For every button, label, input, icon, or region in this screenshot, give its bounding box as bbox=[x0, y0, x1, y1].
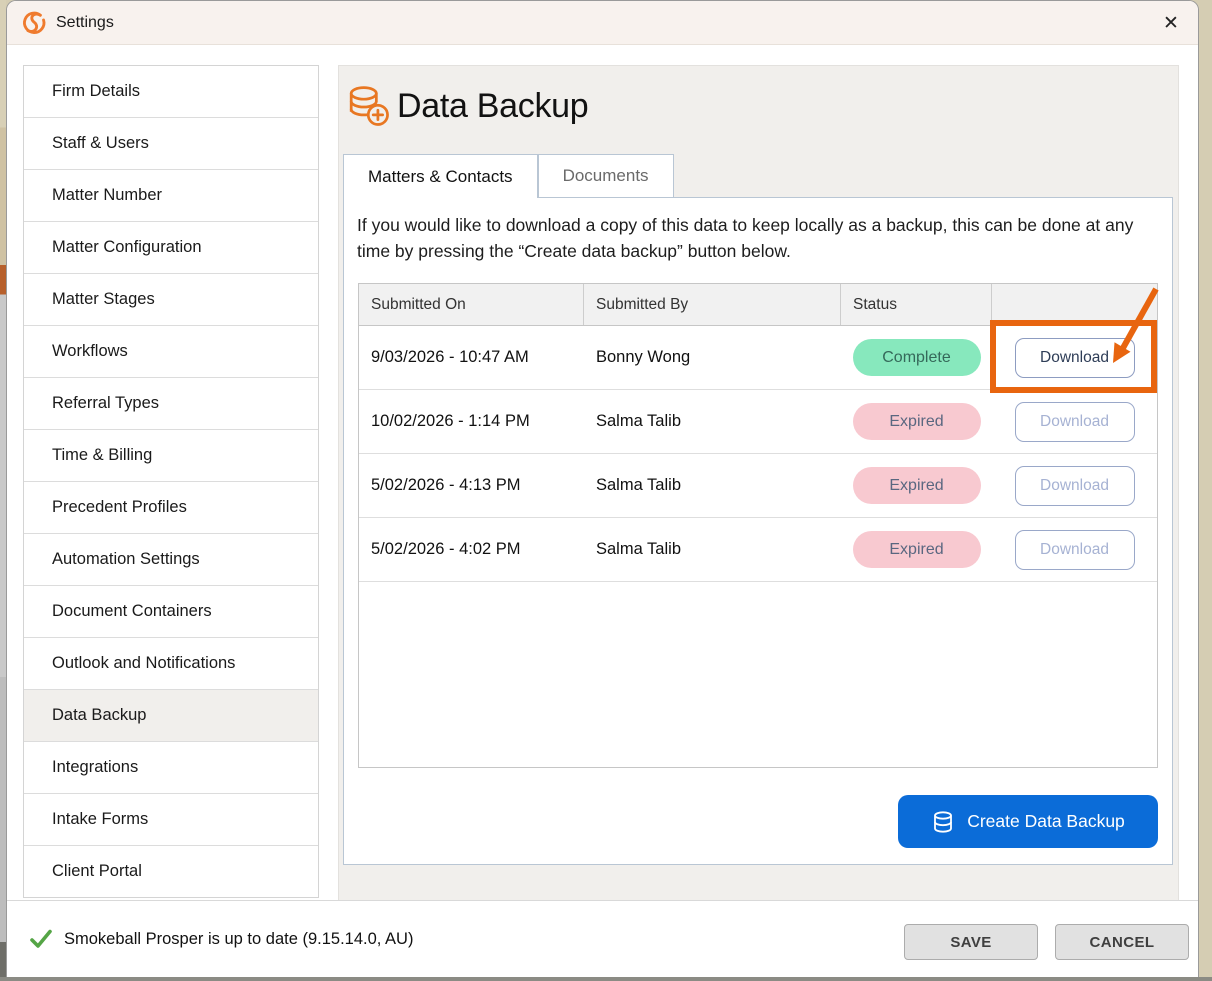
cell-submitted-on: 10/02/2026 - 1:14 PM bbox=[359, 412, 584, 431]
cell-status: Expired bbox=[841, 403, 992, 440]
backup-table: Submitted On Submitted By Status 9/03/20… bbox=[358, 283, 1158, 768]
create-data-backup-label: Create Data Backup bbox=[967, 811, 1125, 832]
sidebar-item-intake-forms[interactable]: Intake Forms bbox=[24, 794, 318, 846]
sidebar-item-outlook-and-notifications[interactable]: Outlook and Notifications bbox=[24, 638, 318, 690]
update-status-text: Smokeball Prosper is up to date (9.15.14… bbox=[64, 930, 413, 949]
footer-bar: Smokeball Prosper is up to date (9.15.14… bbox=[7, 900, 1198, 977]
sidebar-item-label: Firm Details bbox=[52, 82, 140, 101]
cell-actions: Download bbox=[992, 338, 1157, 378]
sidebar-item-label: Referral Types bbox=[52, 394, 159, 413]
cell-submitted-by: Bonny Wong bbox=[584, 348, 841, 367]
sidebar-item-label: Client Portal bbox=[52, 862, 142, 881]
status-badge: Complete bbox=[853, 339, 981, 376]
sidebar-item-document-containers[interactable]: Document Containers bbox=[24, 586, 318, 638]
sidebar-item-automation-settings[interactable]: Automation Settings bbox=[24, 534, 318, 586]
sidebar-item-precedent-profiles[interactable]: Precedent Profiles bbox=[24, 482, 318, 534]
sidebar-item-label: Time & Billing bbox=[52, 446, 152, 465]
sidebar-item-label: Matter Configuration bbox=[52, 238, 202, 257]
sidebar-item-label: Staff & Users bbox=[52, 134, 149, 153]
sidebar-item-matter-number[interactable]: Matter Number bbox=[24, 170, 318, 222]
cell-submitted-by: Salma Talib bbox=[584, 476, 841, 495]
sidebar-item-integrations[interactable]: Integrations bbox=[24, 742, 318, 794]
desktop-backdrop-bottom bbox=[0, 977, 1212, 981]
table-row: 9/03/2026 - 10:47 AMBonny Wong Complete Do… bbox=[359, 326, 1157, 390]
status-badge: Expired bbox=[853, 531, 981, 568]
status-badge: Expired bbox=[853, 403, 981, 440]
tab-label: Documents bbox=[563, 166, 649, 186]
smokeball-logo-icon bbox=[21, 10, 47, 36]
sidebar-item-client-portal[interactable]: Client Portal bbox=[24, 846, 318, 898]
sidebar-item-label: Matter Number bbox=[52, 186, 162, 205]
sidebar-item-data-backup[interactable]: Data Backup bbox=[24, 690, 318, 742]
titlebar: Settings ✕ bbox=[7, 1, 1198, 45]
col-header-submitted-by: Submitted By bbox=[584, 284, 841, 325]
cell-submitted-on: 5/02/2026 - 4:02 PM bbox=[359, 540, 584, 559]
col-header-submitted-on: Submitted On bbox=[359, 284, 584, 325]
settings-sidebar: Firm Details Staff & Users Matter Number Ma… bbox=[23, 65, 319, 898]
sidebar-item-time-billing[interactable]: Time & Billing bbox=[24, 430, 318, 482]
database-add-icon bbox=[347, 84, 391, 128]
sidebar-item-label: Automation Settings bbox=[52, 550, 200, 569]
backup-description: If you would like to download a copy of … bbox=[357, 212, 1139, 264]
tab-bar: Matters & Contacts Documents bbox=[343, 154, 674, 198]
tab-matters-contacts[interactable]: Matters & Contacts bbox=[343, 154, 538, 198]
sidebar-item-staff-users[interactable]: Staff & Users bbox=[24, 118, 318, 170]
sidebar-item-label: Data Backup bbox=[52, 706, 146, 725]
update-status: Smokeball Prosper is up to date (9.15.14… bbox=[29, 927, 413, 951]
sidebar-list: Firm Details Staff & Users Matter Number Ma… bbox=[24, 66, 318, 898]
sidebar-item-referral-types[interactable]: Referral Types bbox=[24, 378, 318, 430]
download-button[interactable]: Download bbox=[1015, 338, 1135, 378]
sidebar-item-label: Precedent Profiles bbox=[52, 498, 187, 517]
status-badge: Expired bbox=[853, 467, 981, 504]
sidebar-item-matter-stages[interactable]: Matter Stages bbox=[24, 274, 318, 326]
cell-submitted-on: 5/02/2026 - 4:13 PM bbox=[359, 476, 584, 495]
sidebar-item-workflows[interactable]: Workflows bbox=[24, 326, 318, 378]
sidebar-item-label: Matter Stages bbox=[52, 290, 155, 309]
col-header-actions bbox=[992, 284, 1157, 325]
tab-panel: If you would like to download a copy of … bbox=[343, 197, 1173, 865]
cell-status: Expired bbox=[841, 531, 992, 568]
cell-submitted-by: Salma Talib bbox=[584, 540, 841, 559]
sidebar-item-matter-configuration[interactable]: Matter Configuration bbox=[24, 222, 318, 274]
cell-submitted-by: Salma Talib bbox=[584, 412, 841, 431]
cell-actions: Download bbox=[992, 466, 1157, 506]
table-body: 9/03/2026 - 10:47 AMBonny Wong Complete Do… bbox=[359, 326, 1157, 582]
table-row: 5/02/2026 - 4:13 PMSalma Talib Expired Dow… bbox=[359, 454, 1157, 518]
main-content: Data Backup Matters & Contacts Documents… bbox=[338, 65, 1179, 901]
sidebar-item-label: Workflows bbox=[52, 342, 128, 361]
table-row: 5/02/2026 - 4:02 PMSalma Talib Expired Dow… bbox=[359, 518, 1157, 582]
table-row: 10/02/2026 - 1:14 PMSalma Talib Expired Do… bbox=[359, 390, 1157, 454]
cell-status: Expired bbox=[841, 467, 992, 504]
download-button[interactable]: Download bbox=[1015, 402, 1135, 442]
settings-window: Settings ✕ Firm Details Staff & Users Matt… bbox=[6, 0, 1199, 977]
cell-submitted-on: 9/03/2026 - 10:47 AM bbox=[359, 348, 584, 367]
sidebar-item-firm-details[interactable]: Firm Details bbox=[24, 66, 318, 118]
sidebar-item-label: Outlook and Notifications bbox=[52, 654, 235, 673]
sidebar-item-label: Intake Forms bbox=[52, 810, 148, 829]
table-header-row: Submitted On Submitted By Status bbox=[359, 284, 1157, 326]
database-icon bbox=[931, 810, 955, 834]
tab-documents[interactable]: Documents bbox=[538, 154, 674, 197]
sidebar-item-label: Integrations bbox=[52, 758, 138, 777]
cell-status: Complete bbox=[841, 339, 992, 376]
download-button[interactable]: Download bbox=[1015, 466, 1135, 506]
page-heading-row: Data Backup bbox=[347, 84, 588, 128]
cell-actions: Download bbox=[992, 402, 1157, 442]
sidebar-item-label: Document Containers bbox=[52, 602, 212, 621]
page-title: Data Backup bbox=[397, 87, 588, 126]
green-check-icon bbox=[29, 927, 53, 951]
cell-actions: Download bbox=[992, 530, 1157, 570]
window-title: Settings bbox=[56, 14, 114, 32]
cancel-button[interactable]: CANCEL bbox=[1055, 924, 1189, 960]
create-data-backup-button[interactable]: Create Data Backup bbox=[898, 795, 1158, 848]
save-button[interactable]: SAVE bbox=[904, 924, 1038, 960]
col-header-status: Status bbox=[841, 284, 992, 325]
tab-label: Matters & Contacts bbox=[368, 167, 513, 187]
close-button[interactable]: ✕ bbox=[1154, 7, 1188, 39]
download-button[interactable]: Download bbox=[1015, 530, 1135, 570]
